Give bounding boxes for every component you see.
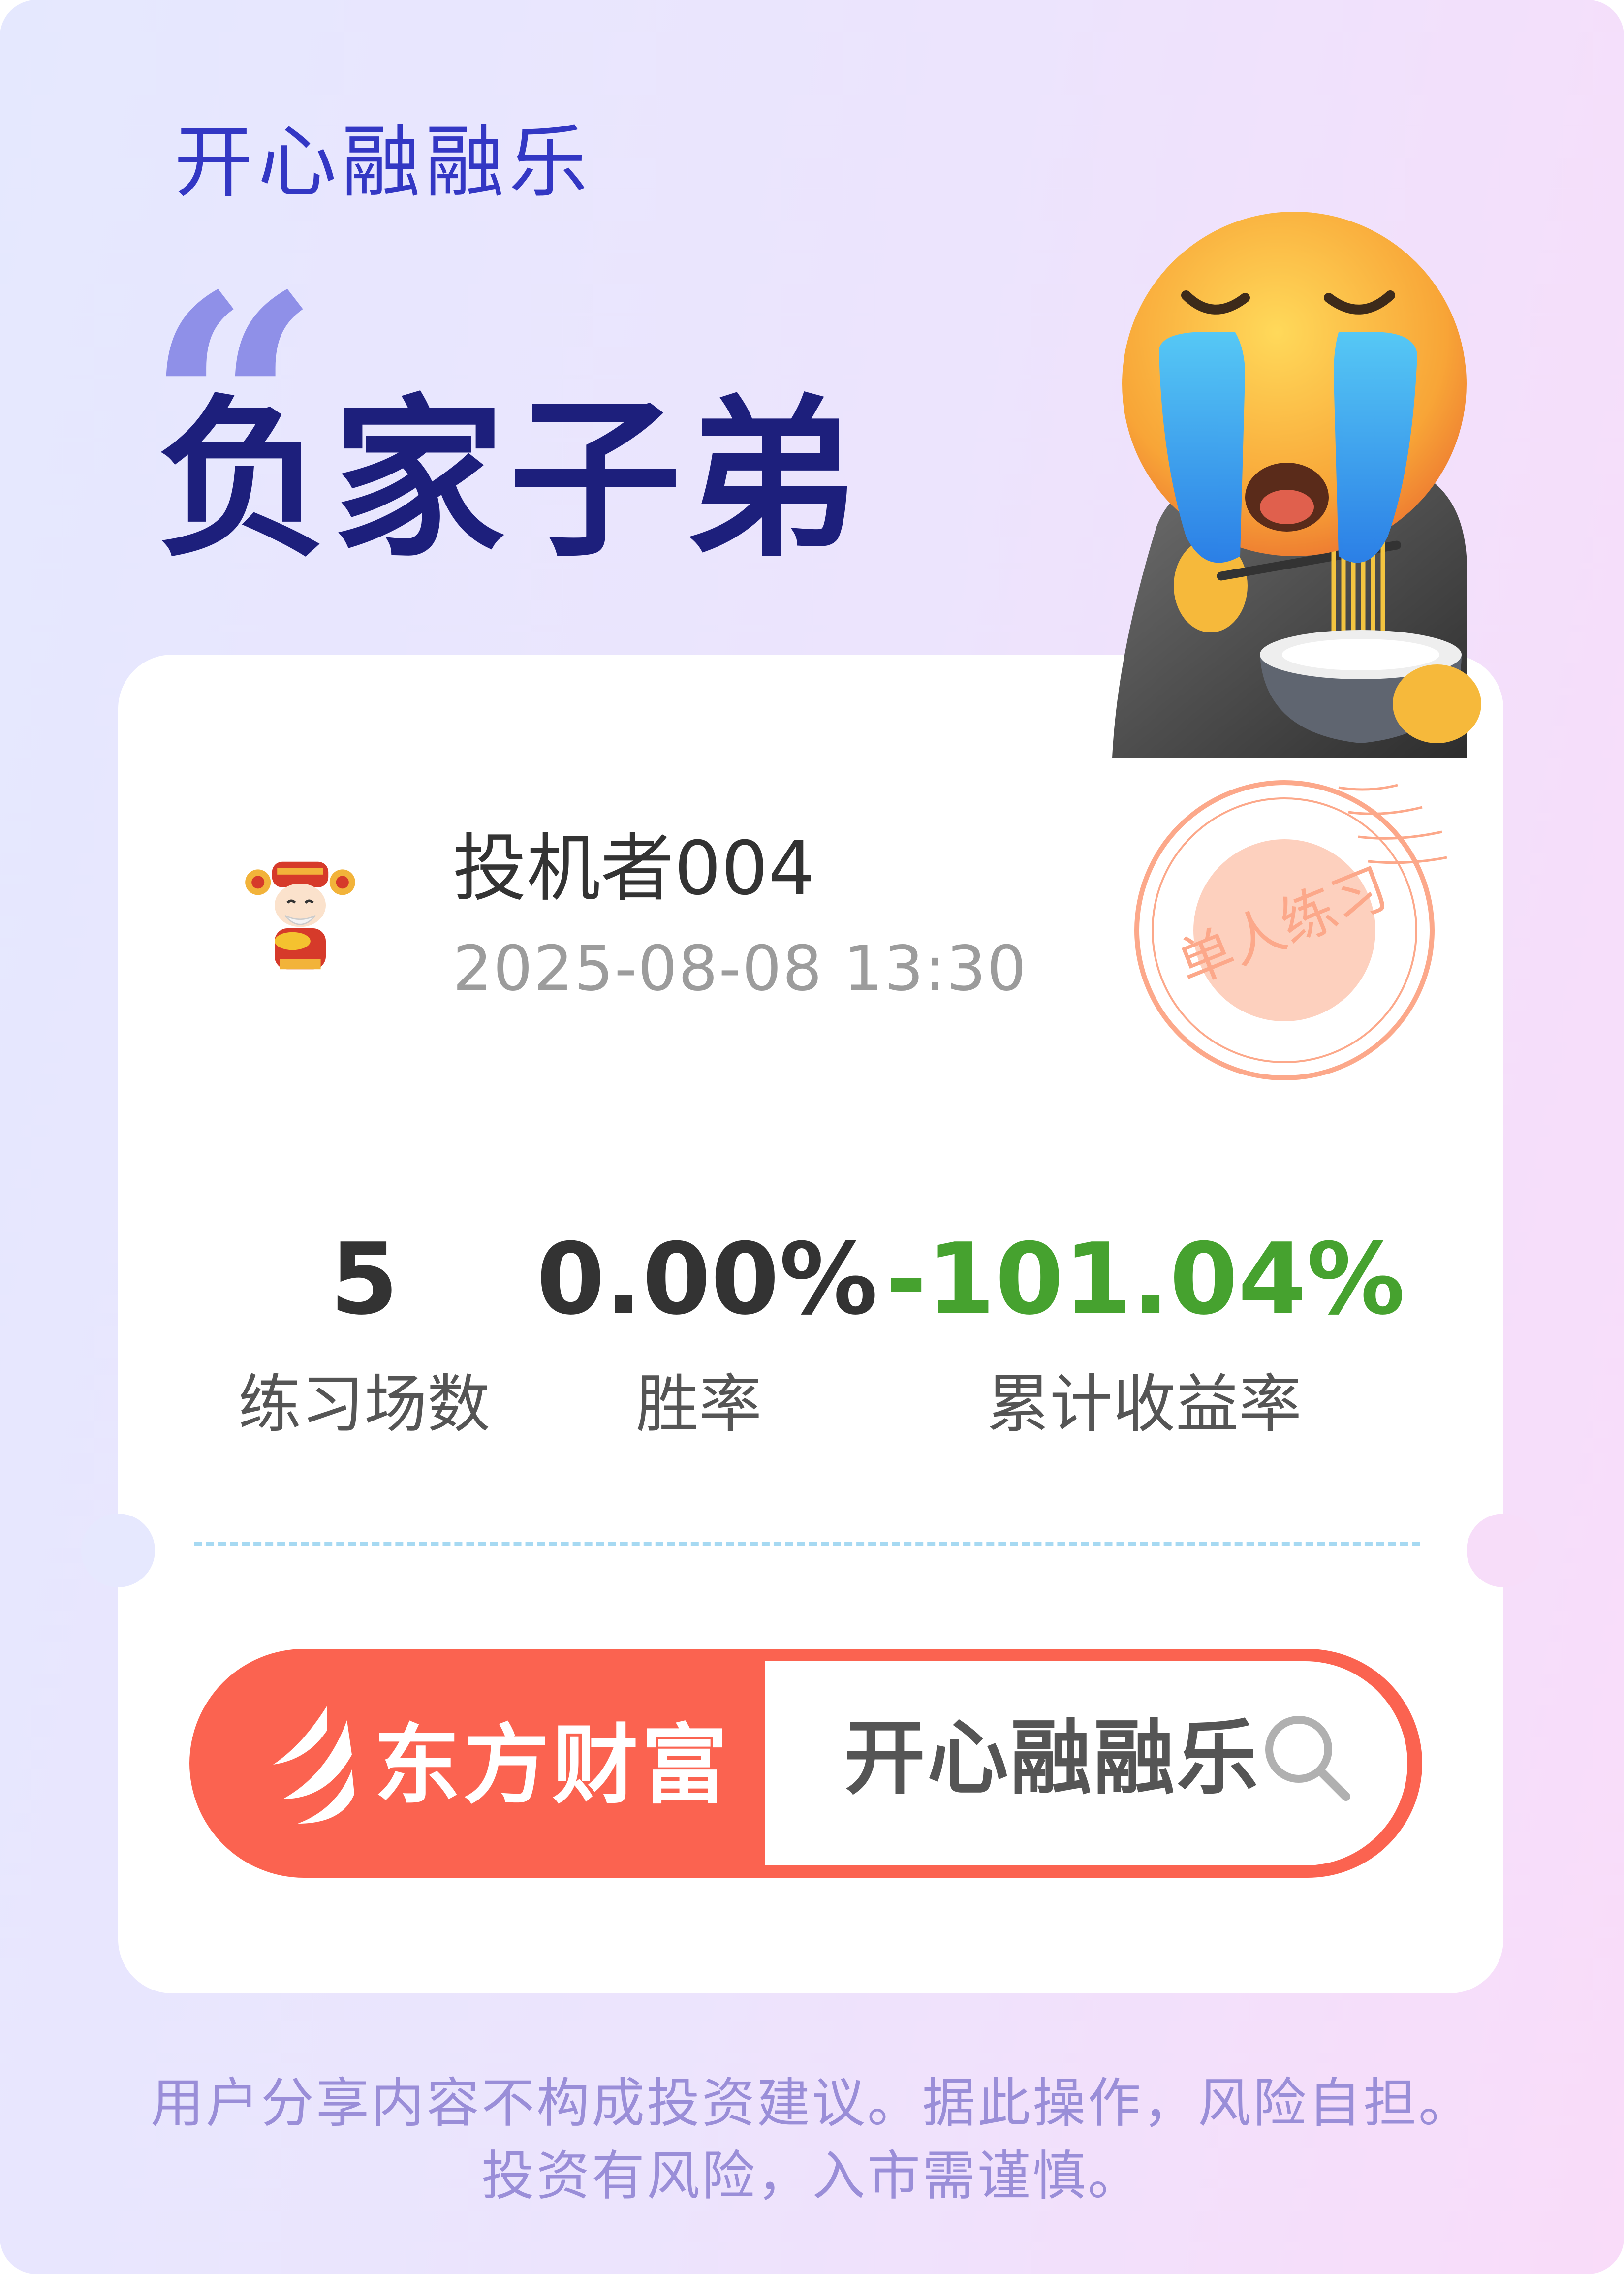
divider — [194, 1542, 1420, 1546]
ticket-notch-left — [81, 1514, 155, 1587]
headline-title: 负家子弟 — [156, 379, 861, 580]
search-keyword: 开心融融乐 — [844, 1711, 1260, 1805]
stat-value: 5 — [330, 1222, 399, 1337]
god-of-wealth-avatar-icon — [245, 861, 355, 970]
stat-win-rate: 0.00% 胜率 — [536, 1222, 878, 1441]
app-title: 开心融融乐 — [174, 116, 593, 208]
brand-search-bar[interactable]: 东方财富 开心融融乐 — [189, 1649, 1422, 1878]
timestamp: 2025-08-08 13:30 — [453, 932, 1028, 1005]
user-name: 投机者004 — [453, 826, 815, 912]
disclaimer-line-1: 用户分享内容不构成投资建议。据此操作，风险自担。 — [150, 2073, 1473, 2134]
stat-value: -101.04% — [886, 1222, 1405, 1337]
disclaimer: 用户分享内容不构成投资建议。据此操作，风险自担。 投资有风险，入市需谨慎。 — [0, 2067, 1624, 2213]
stat-label: 练习场数 — [238, 1368, 490, 1441]
stat-label: 累计收益率 — [986, 1368, 1302, 1441]
search-box[interactable]: 开心融融乐 — [765, 1661, 1407, 1865]
brand-name: 东方财富 — [374, 1716, 730, 1816]
practice-stamp: 单人练习 — [1134, 780, 1447, 1080]
brand-section: 东方财富 — [189, 1649, 765, 1878]
crying-face-eating-noodles-icon — [1112, 212, 1481, 758]
stat-cumulative-return: -101.04% 累计收益率 — [886, 1222, 1405, 1441]
stat-value: 0.00% — [536, 1222, 878, 1337]
ticket-notch-right — [1467, 1514, 1540, 1587]
stat-label: 胜率 — [635, 1368, 762, 1441]
share-poster: 开心融融乐 “ 负家子弟 投机者004 2025-08-08 13:30 单人练… — [0, 0, 1624, 2274]
search-icon[interactable] — [1257, 1708, 1356, 1806]
stat-practice-count: 5 练习场数 — [217, 1231, 512, 1436]
disclaimer-line-2: 投资有风险，入市需谨慎。 — [481, 2146, 1143, 2207]
eastmoney-logo-icon — [273, 1706, 354, 1824]
